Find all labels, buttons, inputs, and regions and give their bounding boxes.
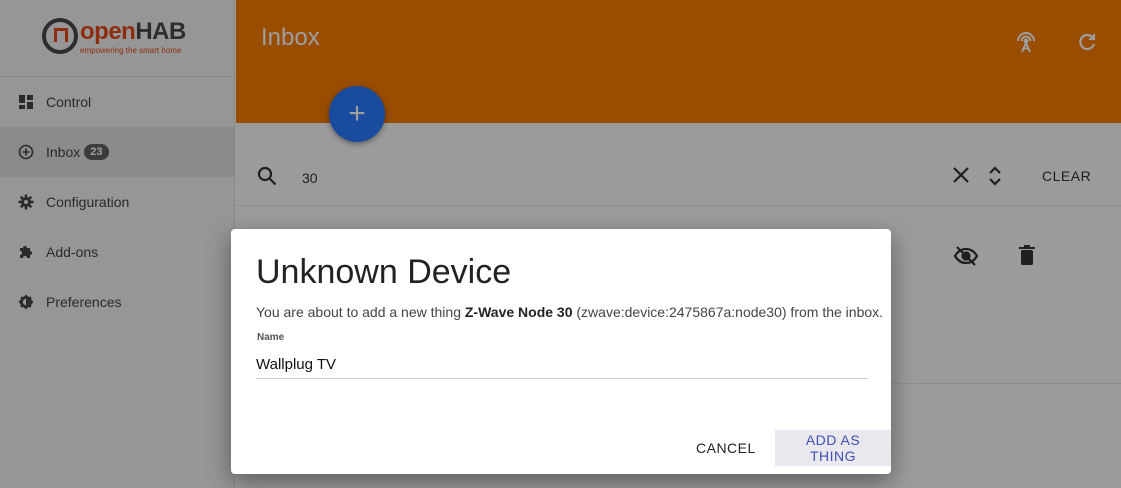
name-field[interactable]	[256, 351, 868, 379]
cancel-button[interactable]: CANCEL	[690, 430, 762, 466]
dialog-title: Unknown Device	[256, 253, 512, 291]
add-thing-dialog: Unknown Device You are about to add a ne…	[231, 229, 891, 474]
thing-name: Z-Wave Node 30	[464, 304, 573, 320]
dialog-message: You are about to add a new thing Z-Wave …	[256, 304, 884, 320]
name-field-label: Name	[257, 332, 285, 343]
add-as-thing-button[interactable]: ADD AS THING	[775, 430, 891, 466]
